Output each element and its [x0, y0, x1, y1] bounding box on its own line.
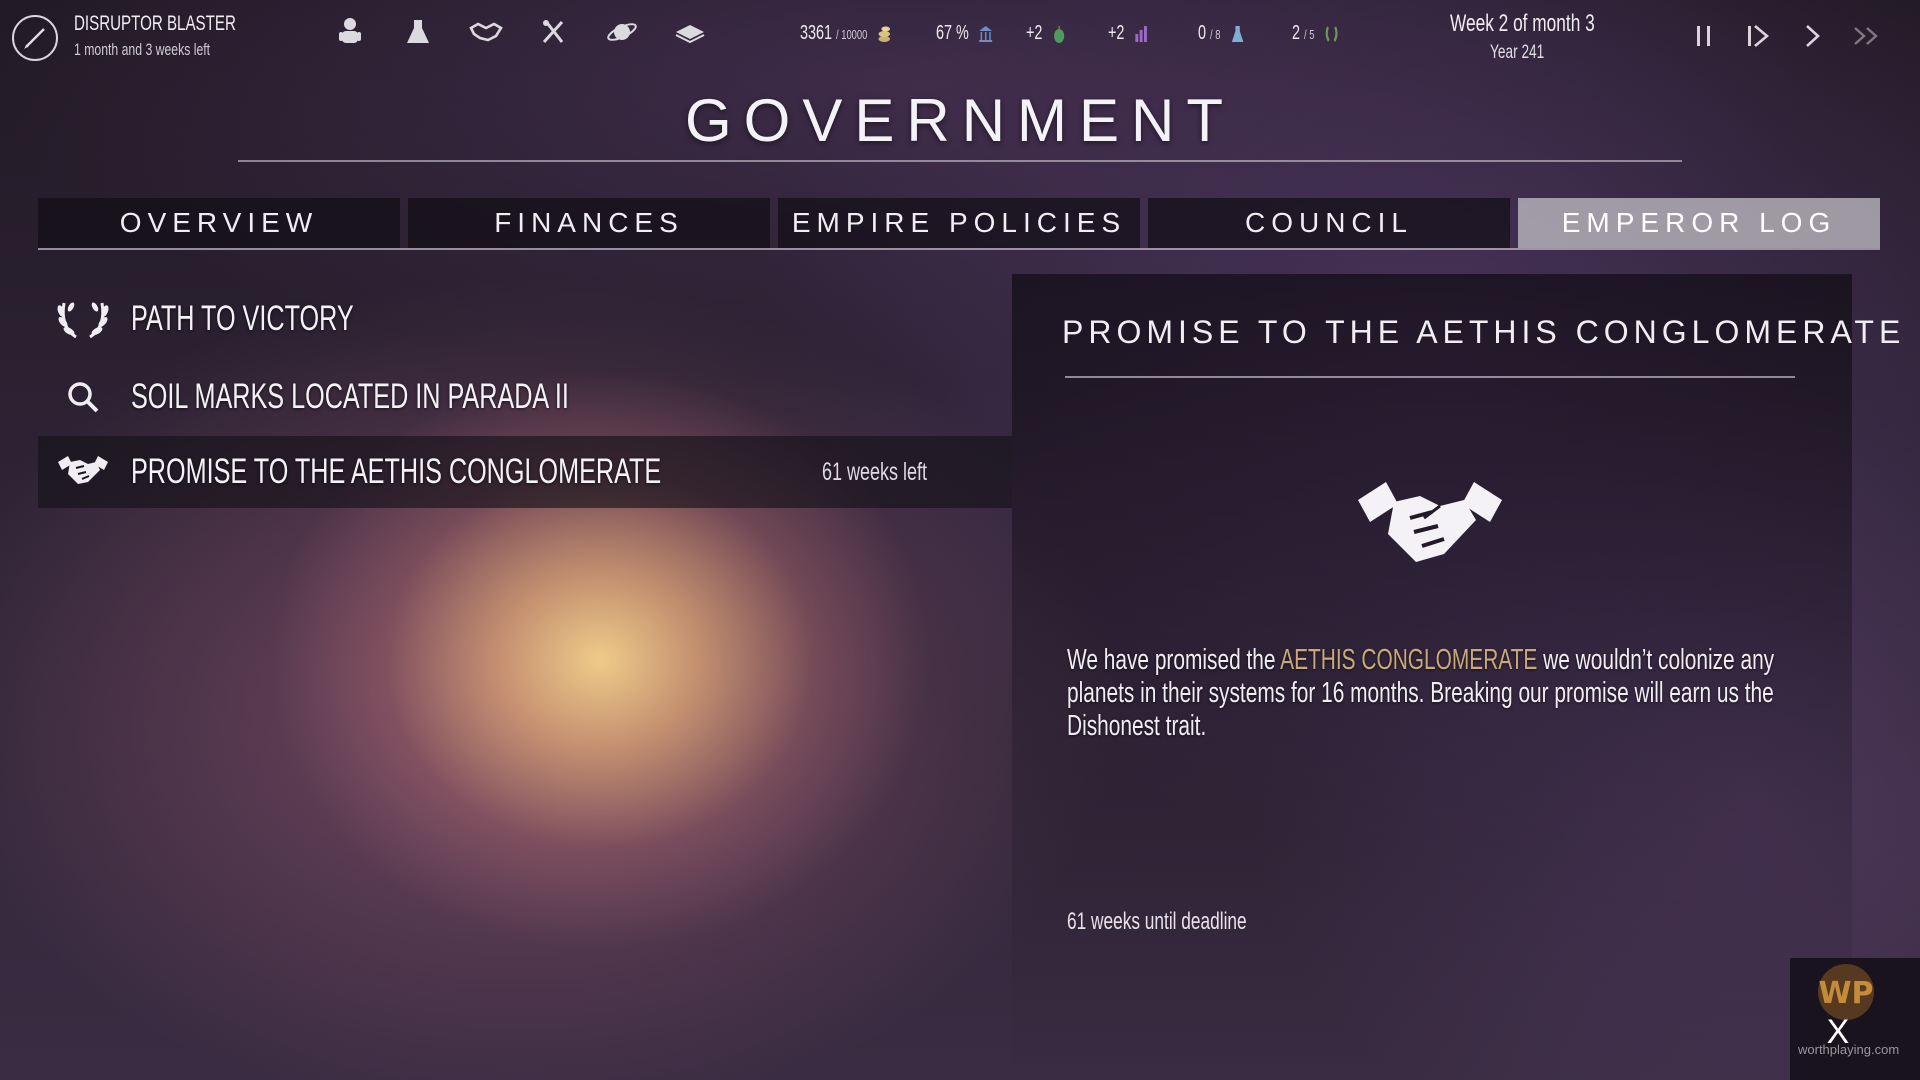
detail-divider: [1065, 376, 1795, 378]
tab-council[interactable]: COUNCIL: [1148, 198, 1510, 248]
credits-max: / 10000: [836, 27, 868, 42]
pause-icon[interactable]: [1684, 20, 1724, 56]
log-item-time-left: 61 weeks left: [822, 457, 928, 486]
government-tabs: OVERVIEW FINANCES EMPIRE POLICIES COUNCI…: [38, 198, 1880, 250]
tab-empire-policies[interactable]: EMPIRE POLICIES: [778, 198, 1140, 248]
food-resource[interactable]: +2: [1026, 22, 1067, 48]
laurel-icon: [1324, 24, 1338, 44]
step-icon[interactable]: [1738, 20, 1778, 56]
play-icon[interactable]: [1792, 20, 1832, 56]
tab-overview[interactable]: OVERVIEW: [38, 198, 400, 248]
handshake-icon: [1352, 472, 1508, 582]
page-title: GOVERNMENT: [684, 87, 1236, 154]
species-icon[interactable]: [332, 14, 368, 50]
date-year: Year 241: [1490, 42, 1545, 63]
emperor-log-list: PATH TO VICTORY SOIL MARKS LOCATED IN PA…: [38, 280, 1012, 508]
top-bar: DISRUPTOR BLASTER 1 month and 3 weeks le…: [0, 0, 1920, 74]
influence-resource[interactable]: 2 / 5: [1292, 22, 1339, 48]
ships-tools-icon[interactable]: [536, 14, 572, 50]
log-item-soil-marks[interactable]: SOIL MARKS LOCATED IN PARADA II: [38, 358, 1012, 436]
log-item-promise-aethis[interactable]: PROMISE TO THE AETHIS CONGLOMERATE 61 we…: [38, 436, 1012, 508]
handshake-icon: [56, 450, 110, 494]
government-building-icon: [979, 24, 993, 44]
log-item-label: PATH TO VICTORY: [131, 299, 354, 338]
laurel-wreath-icon: [56, 297, 110, 341]
tab-finances[interactable]: FINANCES: [408, 198, 770, 248]
detail-description: We have promised the AETHIS CONGLOMERATE…: [1067, 644, 1801, 743]
detail-title: PROMISE TO THE AETHIS CONGLOMERATE: [1062, 314, 1906, 350]
log-item-path-to-victory[interactable]: PATH TO VICTORY: [38, 280, 1012, 358]
industry-value: +2: [1108, 22, 1125, 44]
influence-value: 2: [1292, 22, 1301, 44]
diplomacy-handshake-icon[interactable]: [468, 14, 504, 50]
coins-icon: [877, 24, 891, 44]
flask-icon: [1230, 24, 1244, 44]
industry-bars-icon: [1134, 24, 1148, 44]
log-detail-panel: PROMISE TO THE AETHIS CONGLOMERATE We ha…: [1012, 274, 1900, 1080]
industry-resource[interactable]: +2: [1108, 22, 1149, 48]
food-value: +2: [1026, 22, 1043, 44]
magnifier-icon: [56, 375, 110, 419]
close-button[interactable]: X: [1820, 1014, 1856, 1050]
pen-icon[interactable]: [12, 15, 58, 61]
description-text-before: We have promised the: [1067, 644, 1281, 676]
detail-deadline: 61 weeks until deadline: [1067, 908, 1247, 935]
research-max: / 8: [1210, 27, 1221, 42]
approval-value: 67 %: [936, 22, 969, 44]
close-area: WP worthplaying.com X: [1790, 958, 1920, 1080]
title-divider: [238, 160, 1682, 162]
planet-icon[interactable]: [604, 14, 640, 50]
credits-resource[interactable]: 3361 / 10000: [800, 22, 891, 48]
research-value: 0: [1198, 22, 1207, 44]
empire-book-icon[interactable]: [672, 14, 708, 50]
faction-link[interactable]: AETHIS CONGLOMERATE: [1280, 644, 1537, 676]
credits-value: 3361: [800, 22, 833, 44]
approval-resource[interactable]: 67 %: [936, 22, 993, 48]
apple-icon: [1052, 24, 1066, 44]
log-item-label: PROMISE TO THE AETHIS CONGLOMERATE: [131, 452, 662, 491]
date-week-month: Week 2 of month 3: [1450, 10, 1595, 37]
research-flask-icon[interactable]: [400, 14, 436, 50]
weapon-time-left: 1 month and 3 weeks left: [74, 40, 211, 59]
fast-forward-icon[interactable]: [1846, 20, 1886, 56]
weapon-name: DISRUPTOR BLASTER: [74, 12, 236, 35]
influence-max: / 5: [1304, 27, 1315, 42]
log-item-label: SOIL MARKS LOCATED IN PARADA II: [131, 377, 569, 416]
research-resource[interactable]: 0 / 8: [1198, 22, 1245, 48]
svg-text:WP: WP: [1818, 976, 1873, 1011]
tab-emperor-log[interactable]: EMPEROR LOG: [1518, 198, 1880, 248]
